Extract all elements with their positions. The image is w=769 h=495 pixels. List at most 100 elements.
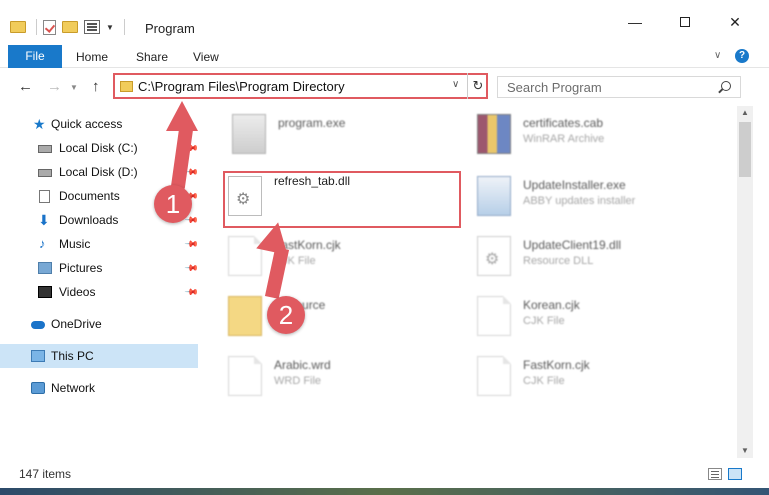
address-path[interactable]: C:\Program Files\Program Directory: [138, 79, 345, 94]
file-highlight-box: [223, 171, 461, 228]
blank-file-icon: [477, 296, 511, 336]
details-view-icon[interactable]: [708, 468, 722, 480]
desktop-background: [0, 488, 769, 495]
tab-view[interactable]: View: [193, 50, 219, 64]
gear-icon: ⚙: [485, 251, 500, 268]
pictures-icon: [38, 262, 52, 274]
toolbar-divider: [123, 19, 125, 35]
nav-item-videos[interactable]: Videos 📌: [0, 280, 199, 304]
cab-archive-icon: [477, 114, 511, 154]
this-pc-icon: [31, 350, 45, 362]
scroll-thumb[interactable]: [739, 122, 751, 177]
nav-item-pictures[interactable]: Pictures 📌: [0, 256, 199, 280]
installer-icon: [477, 176, 511, 216]
search-input[interactable]: Search Program: [497, 76, 741, 98]
documents-icon: [39, 189, 50, 203]
nav-item-label: Local Disk (D:): [59, 165, 138, 179]
nav-item-onedrive[interactable]: OneDrive: [0, 312, 198, 336]
downloads-icon: ⬇: [38, 212, 50, 228]
back-button[interactable]: ←: [18, 78, 33, 95]
dll-gear-icon: ⚙: [477, 236, 511, 276]
title-bar: ▼ Program — ✕: [0, 0, 769, 44]
minimize-button[interactable]: —: [620, 14, 650, 30]
file-type: ABBY updates installer: [523, 195, 636, 207]
address-dropdown-icon[interactable]: ∨: [452, 79, 459, 90]
file-type: WinRAR Archive: [523, 133, 605, 145]
music-icon: ♪: [39, 236, 46, 251]
tab-home[interactable]: Home: [76, 50, 108, 64]
file-item[interactable]: program.exe: [232, 110, 472, 166]
file-item[interactable]: certificates.cab WinRAR Archive: [477, 110, 717, 166]
file-item[interactable]: Arabic.wrd WRD File: [228, 352, 468, 408]
toolbar-divider: [36, 19, 37, 35]
folder-icon: [120, 81, 133, 92]
vertical-scrollbar[interactable]: ▲ ▼: [737, 106, 753, 458]
file-type: WRD File: [274, 375, 322, 387]
file-list: program.exe certificates.cab WinRAR Arch…: [205, 106, 737, 458]
nav-item-network[interactable]: Network: [0, 376, 198, 400]
onedrive-icon: [31, 321, 45, 329]
callout-number: 2: [267, 296, 305, 334]
ribbon-tabs: File Home Share View ∨ ?: [0, 44, 769, 68]
folder-icon[interactable]: [10, 21, 26, 33]
quick-access-toolbar: ▼: [10, 19, 125, 35]
nav-item-label: OneDrive: [51, 317, 102, 331]
pin-icon[interactable]: 📌: [184, 260, 199, 276]
up-button[interactable]: ↑: [92, 78, 100, 95]
properties-icon[interactable]: [84, 20, 100, 34]
file-item[interactable]: Korean.cjk CJK File: [477, 292, 717, 348]
new-folder-icon[interactable]: [62, 21, 78, 33]
scroll-up-icon[interactable]: ▲: [741, 108, 749, 117]
close-button[interactable]: ✕: [720, 14, 750, 31]
refresh-button[interactable]: ↻: [467, 73, 488, 99]
tab-file[interactable]: File: [8, 45, 62, 68]
nav-item-music[interactable]: ♪ Music 📌: [0, 232, 199, 256]
file-type: CJK File: [523, 375, 565, 387]
nav-item-label: Music: [59, 237, 91, 251]
nav-item-local-disk-d[interactable]: Local Disk (D:) 📌: [0, 160, 199, 184]
nav-item-label: Network: [51, 381, 96, 395]
item-count: 147 items: [19, 467, 72, 481]
file-item[interactable]: Resource: [228, 292, 468, 348]
window-title: Program: [145, 21, 195, 36]
file-name: UpdateClient19.dll: [523, 238, 622, 252]
maximize-button[interactable]: [670, 14, 700, 30]
scroll-down-icon[interactable]: ▼: [741, 446, 749, 455]
nav-item-label: Quick access: [51, 117, 123, 131]
expand-ribbon-icon[interactable]: ∨: [714, 50, 721, 61]
file-name: Korean.cjk: [523, 298, 580, 312]
blank-file-icon: [477, 356, 511, 396]
address-bar[interactable]: C:\Program Files\Program Directory ∨ ↻: [113, 73, 488, 99]
nav-item-label: This PC: [51, 349, 94, 363]
file-item[interactable]: UpdateInstaller.exe ABBY updates install…: [477, 172, 717, 228]
blank-file-icon: [228, 356, 262, 396]
forward-button[interactable]: →: [47, 78, 62, 95]
nav-item-this-pc[interactable]: This PC: [0, 344, 198, 368]
pin-icon[interactable]: 📌: [184, 236, 199, 252]
help-icon[interactable]: ?: [735, 49, 749, 63]
status-bar: 147 items: [0, 458, 769, 488]
recent-locations-icon[interactable]: ▼: [70, 83, 78, 92]
file-name: Arabic.wrd: [274, 358, 331, 372]
large-icons-view-icon[interactable]: [728, 468, 742, 480]
maximize-icon: [680, 17, 690, 27]
pin-icon[interactable]: 📌: [184, 284, 199, 300]
star-icon: ★: [33, 116, 46, 132]
file-name: UpdateInstaller.exe: [523, 178, 626, 192]
nav-item-label: Documents: [59, 189, 120, 203]
exe-icon: [232, 114, 266, 154]
properties-check-icon[interactable]: [43, 19, 56, 35]
file-name: program.exe: [278, 116, 346, 130]
file-type: CJK File: [523, 315, 565, 327]
customize-toolbar-icon[interactable]: ▼: [106, 23, 114, 32]
nav-item-local-disk-c[interactable]: Local Disk (C:) 📌: [0, 136, 199, 160]
address-row: ← → ▼ ↑ C:\Program Files\Program Directo…: [0, 68, 769, 106]
tab-share[interactable]: Share: [136, 50, 168, 64]
file-item[interactable]: FastKorn.cjk CJK File: [477, 352, 717, 408]
nav-item-label: Local Disk (C:): [59, 141, 138, 155]
search-icon[interactable]: [721, 81, 731, 91]
file-item[interactable]: ⚙ UpdateClient19.dll Resource DLL: [477, 232, 717, 288]
network-icon: [31, 382, 45, 394]
nav-item-label: Downloads: [59, 213, 119, 227]
drive-icon: [38, 145, 52, 153]
